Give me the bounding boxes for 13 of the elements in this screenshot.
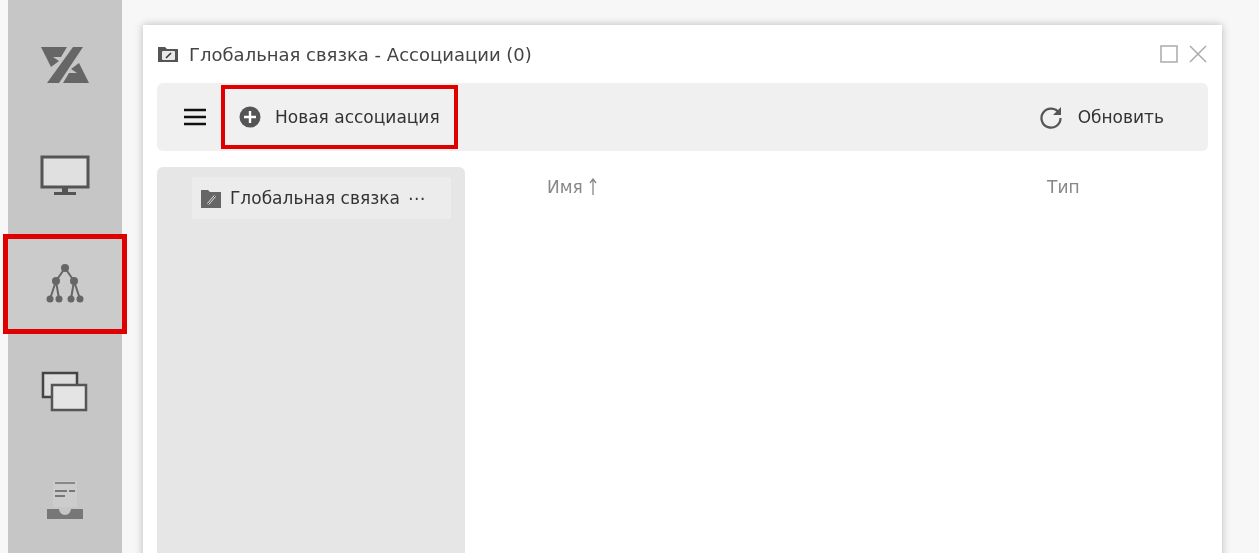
- window-title: Глобальная связка - Ассоциации (0): [189, 43, 532, 65]
- menu-icon[interactable]: [183, 108, 207, 126]
- linked-folder-icon: [200, 187, 222, 209]
- more-options[interactable]: ⋯: [407, 188, 425, 208]
- column-header[interactable]: Тип: [1047, 177, 1080, 197]
- linked-folder-icon: [157, 45, 179, 63]
- new-association-button[interactable]: Новая ассоциация: [221, 85, 458, 149]
- navigation-item[interactable]: [3, 234, 127, 334]
- monitor-icon: [40, 155, 90, 197]
- windows-icon: [41, 371, 89, 413]
- plus-circle-icon: [239, 106, 261, 128]
- column-header[interactable]: Имя: [547, 177, 1047, 197]
- tree-item[interactable]: Глобальная связка ⋯: [192, 177, 451, 219]
